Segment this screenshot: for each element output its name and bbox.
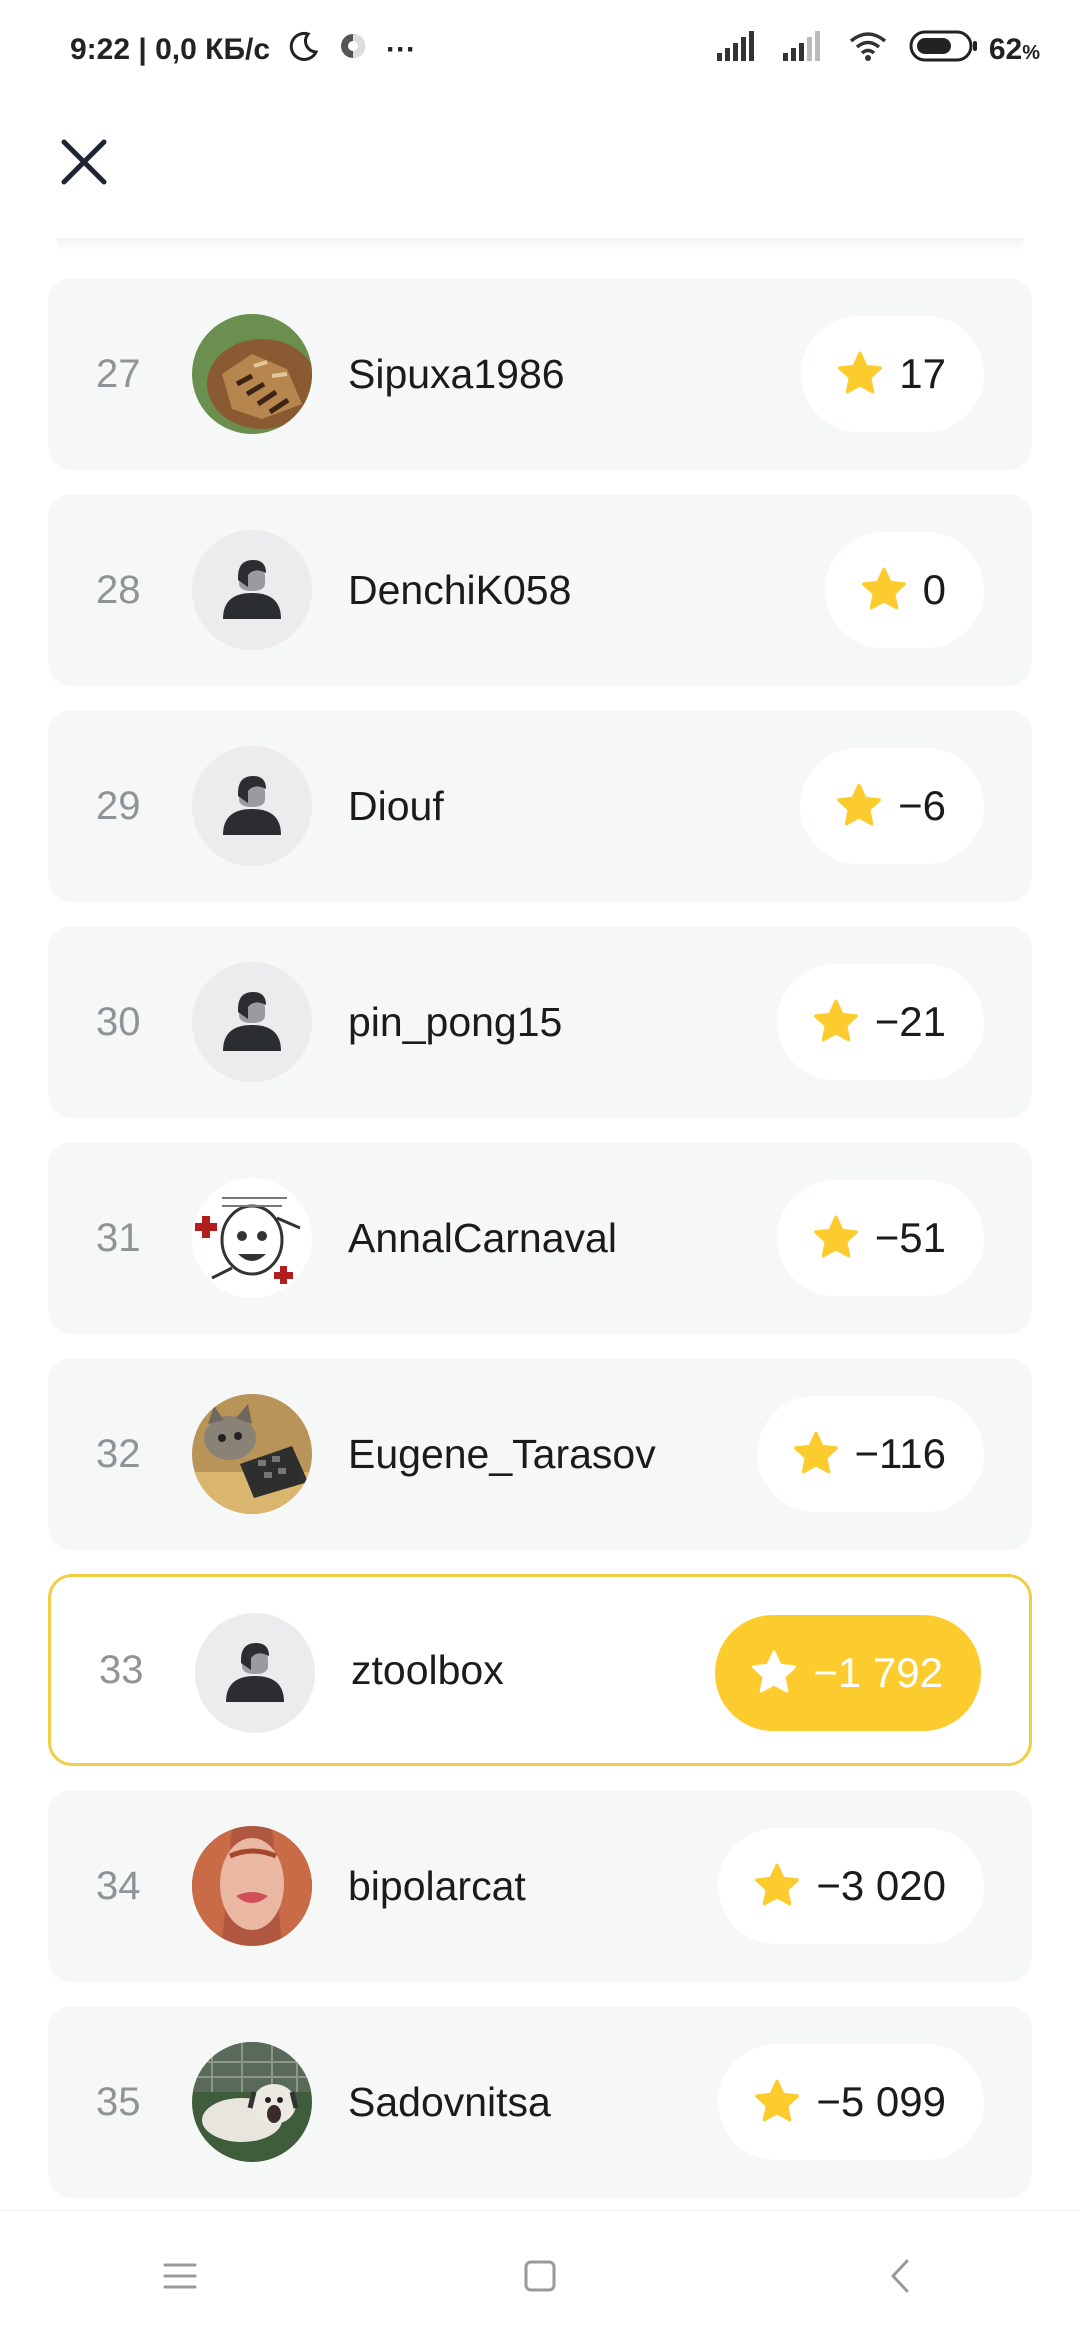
score-value: −21 [874,998,946,1045]
more-dots: ··· [386,33,417,66]
leaderboard-row[interactable]: 29 Diouf −6 [48,710,1032,902]
list-top-edge [56,238,1024,252]
leaderboard-row[interactable]: 32 Eugene_Tarasov −116 [48,1358,1032,1550]
score-value: −1 792 [813,1649,943,1696]
star-icon [755,1863,800,1906]
star-icon [837,783,882,826]
score-value: −51 [874,1214,946,1261]
status-bar: 9:22 | 0,0 КБ/с ··· 62% [0,0,1080,100]
avatar[interactable] [192,746,312,866]
avatar[interactable] [192,314,312,434]
sync-icon [338,31,368,69]
username: pin_pong15 [348,998,563,1045]
score-badge: −51 [776,1180,984,1296]
username: DenchiK058 [348,566,572,613]
avatar[interactable] [195,1613,315,1733]
username: AnnalCarnaval [348,1214,617,1261]
score-badge: −1 792 [715,1615,981,1731]
leaderboard-row[interactable]: 35 Sadovnitsa −5 099 [48,2006,1032,2198]
rank: 29 [96,783,141,828]
system-nav-bar [0,2210,1080,2341]
score-badge: −3 020 [718,1828,984,1944]
username: Sadovnitsa [348,2078,551,2125]
rank: 28 [96,567,141,612]
username: ztoolbox [351,1646,504,1693]
avatar[interactable] [192,1178,312,1298]
nav-home-button[interactable] [480,2236,600,2316]
star-icon [813,999,858,1042]
score-value: −116 [854,1430,947,1477]
battery-percent: 62% [989,33,1040,67]
score-badge: −6 [800,748,984,864]
leaderboard-row[interactable]: 28 DenchiK058 0 [48,494,1032,686]
avatar[interactable] [192,530,312,650]
star-icon [752,1650,797,1693]
avatar[interactable] [192,2042,312,2162]
wifi-icon [849,31,887,69]
status-time-speed: 9:22 | 0,0 КБ/с [70,33,271,66]
rank: 27 [96,351,141,396]
status-bar-right: 62% [716,30,1040,70]
username: Sipuxa1986 [348,350,565,397]
rank: 30 [96,999,141,1044]
signal-icon [716,31,761,69]
battery: 62% [909,30,1040,70]
avatar[interactable] [192,962,312,1082]
star-icon [813,1215,858,1258]
signal-icon-2 [782,31,827,69]
status-bar-left: 9:22 | 0,0 КБ/с ··· [70,30,416,70]
score-badge: −5 099 [718,2044,984,2160]
nav-back-button[interactable] [840,2236,960,2316]
score-value: −3 020 [816,1862,946,1909]
leaderboard-row[interactable]: 34 bipolarcat −3 020 [48,1790,1032,1982]
username: Eugene_Tarasov [348,1430,656,1477]
home-icon [524,2260,556,2292]
avatar[interactable] [192,1826,312,1946]
moon-icon [288,30,320,70]
star-icon [793,1431,838,1474]
rank: 33 [99,1647,144,1692]
rank: 35 [96,2079,141,2124]
star-icon [838,351,883,394]
rank: 34 [96,1863,141,1908]
username: bipolarcat [348,1862,526,1909]
nav-menu-button[interactable] [120,2236,240,2316]
score-value: 17 [899,350,946,397]
leaderboard-row[interactable]: 27 Sipuxa1986 17 [48,278,1032,470]
score-value: −6 [898,782,946,829]
close-icon [61,139,107,185]
score-badge: −116 [756,1396,984,1512]
leaderboard-row-current-user[interactable]: 33 ztoolbox −1 792 [48,1574,1032,1766]
battery-value: 62 [988,33,1023,66]
score-badge: 17 [801,316,984,432]
username: Diouf [348,782,444,829]
star-icon [861,567,906,610]
score-badge: 0 [824,532,984,648]
leaderboard-row[interactable]: 31 AnnalCarnaval −51 [48,1142,1032,1334]
battery-unit: % [1022,42,1040,64]
star-icon [755,2079,800,2122]
leaderboard-row[interactable]: 30 pin_pong15 −21 [48,926,1032,1118]
score-value: 0 [922,566,946,613]
back-icon [891,2259,909,2293]
close-button[interactable] [52,130,116,194]
rank: 32 [96,1431,141,1476]
battery-icon [909,30,979,70]
avatar[interactable] [192,1394,312,1514]
score-value: −5 099 [816,2078,946,2125]
rank: 31 [96,1215,141,1260]
menu-icon [163,2263,197,2289]
score-badge: −21 [776,964,984,1080]
